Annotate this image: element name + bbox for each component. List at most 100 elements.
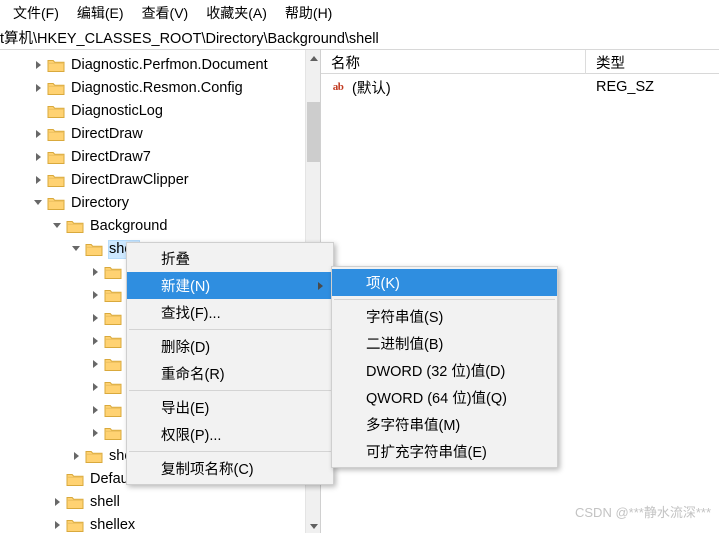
menu-item-edit[interactable]: 编辑(E)	[68, 0, 133, 27]
collapse-chevron-icon[interactable]	[31, 192, 47, 215]
menu-item[interactable]: 折叠	[127, 245, 333, 272]
scroll-down-arrow-icon[interactable]	[306, 518, 320, 533]
expand-chevron-icon[interactable]	[31, 54, 47, 77]
watermark-text: CSDN @***静水流深***	[575, 505, 711, 520]
registry-editor-window: 文件(F) 编辑(E) 查看(V) 收藏夹(A) 帮助(H) t算机\HKEY_…	[0, 0, 719, 533]
tree-item[interactable]: Directory	[0, 192, 305, 215]
menu-item[interactable]: 项(K)	[332, 269, 557, 296]
folder-icon	[104, 380, 122, 395]
column-header-name[interactable]: 名称	[321, 50, 586, 74]
folder-icon	[85, 449, 103, 464]
value-name-cell: ab (默认)	[321, 77, 586, 98]
tree-item-label: shellex	[90, 517, 136, 533]
expand-chevron-icon[interactable]	[88, 284, 104, 307]
tree-item[interactable]: DirectDrawClipper	[0, 169, 305, 192]
menu-separator	[334, 299, 555, 300]
tree-twist-spacer	[50, 468, 66, 491]
collapse-chevron-icon[interactable]	[69, 238, 85, 261]
menu-item-favorites[interactable]: 收藏夹(A)	[197, 0, 276, 27]
expand-chevron-icon[interactable]	[88, 330, 104, 353]
menu-item[interactable]: QWORD (64 位)值(Q)	[332, 384, 557, 411]
context-menu[interactable]: 折叠新建(N) 查找(F)... 删除(D) 重命名(R) 导出(E) 权限(P)... 复…	[126, 242, 334, 485]
expand-chevron-icon[interactable]	[50, 491, 66, 514]
folder-icon	[104, 426, 122, 441]
tree-item-label: Diagnostic.Resmon.Config	[71, 80, 243, 96]
folder-icon	[47, 196, 65, 211]
folder-icon	[104, 265, 122, 280]
menu-item[interactable]: 可扩充字符串值(E)	[332, 438, 557, 465]
menu-item-label: 多字符串值(M)	[366, 418, 461, 434]
expand-chevron-icon[interactable]	[50, 514, 66, 533]
menu-item-label: QWORD (64 位)值(Q)	[366, 391, 507, 407]
values-list-row[interactable]: ab (默认) REG_SZ	[321, 74, 719, 100]
expand-chevron-icon[interactable]	[31, 146, 47, 169]
tree-item[interactable]: DiagnosticLog	[0, 100, 305, 123]
expand-chevron-icon[interactable]	[69, 445, 85, 468]
folder-icon	[47, 81, 65, 96]
tree-item[interactable]: DirectDraw7	[0, 146, 305, 169]
expand-chevron-icon[interactable]	[31, 169, 47, 192]
folder-icon	[47, 173, 65, 188]
collapse-chevron-icon[interactable]	[50, 215, 66, 238]
folder-icon	[104, 311, 122, 326]
menu-item[interactable]: 字符串值(S)	[332, 303, 557, 330]
scrollbar-thumb[interactable]	[307, 102, 320, 162]
tree-item-label: Directory	[71, 195, 130, 211]
menu-item-view[interactable]: 查看(V)	[133, 0, 198, 27]
menu-item-label: 导出(E)	[161, 401, 210, 417]
values-list[interactable]: ab (默认) REG_SZ	[321, 74, 719, 100]
folder-icon	[66, 219, 84, 234]
menu-item[interactable]: 二进制值(B)	[332, 330, 557, 357]
menu-item[interactable]: 删除(D)	[127, 333, 333, 360]
menu-item-file[interactable]: 文件(F)	[4, 0, 68, 27]
tree-item[interactable]: shellex	[0, 514, 305, 533]
value-type-cell: REG_SZ	[596, 79, 655, 95]
expand-chevron-icon[interactable]	[88, 376, 104, 399]
tree-twist-spacer	[31, 100, 47, 123]
menu-item[interactable]: 导出(E)	[127, 394, 333, 421]
menu-separator	[129, 451, 331, 452]
expand-chevron-icon[interactable]	[88, 422, 104, 445]
menu-item[interactable]: 多字符串值(M)	[332, 411, 557, 438]
folder-icon	[47, 58, 65, 73]
ab-string-icon: ab	[332, 81, 344, 93]
menu-item-label: 二进制值(B)	[366, 337, 444, 353]
column-header-type[interactable]: 类型	[586, 50, 719, 74]
folder-icon	[66, 495, 84, 510]
expand-chevron-icon[interactable]	[88, 261, 104, 284]
submenu-chevron-icon	[318, 281, 323, 290]
expand-chevron-icon[interactable]	[88, 307, 104, 330]
tree-item[interactable]: Diagnostic.Resmon.Config	[0, 77, 305, 100]
menu-item[interactable]: 复制项名称(C)	[127, 455, 333, 482]
folder-icon	[104, 334, 122, 349]
expand-chevron-icon[interactable]	[31, 77, 47, 100]
expand-chevron-icon[interactable]	[88, 353, 104, 376]
menu-bar: 文件(F) 编辑(E) 查看(V) 收藏夹(A) 帮助(H)	[0, 0, 719, 26]
context-submenu-new[interactable]: 项(K) 字符串值(S) 二进制值(B) DWORD (32 位)值(D) QWORD …	[331, 266, 558, 468]
expand-chevron-icon[interactable]	[31, 123, 47, 146]
tree-item[interactable]: Background	[0, 215, 305, 238]
menu-item-label: 权限(P)...	[161, 428, 222, 444]
expand-chevron-icon[interactable]	[88, 399, 104, 422]
menu-item[interactable]: 查找(F)...	[127, 299, 333, 326]
menu-item-help[interactable]: 帮助(H)	[276, 0, 341, 27]
tree-item-label: DirectDraw7	[71, 149, 151, 165]
folder-icon	[104, 403, 122, 418]
tree-item[interactable]: shell	[0, 491, 305, 514]
menu-item-label: 新建(N)	[161, 279, 211, 295]
menu-item[interactable]: 重命名(R)	[127, 360, 333, 387]
tree-item-label: DirectDrawClipper	[71, 172, 189, 188]
menu-item[interactable]: 新建(N)	[127, 272, 333, 299]
menu-item-label: 查找(F)...	[161, 306, 221, 322]
values-column-header: 名称 类型	[321, 50, 719, 74]
address-bar[interactable]: t算机\HKEY_CLASSES_ROOT\Directory\Backgrou…	[0, 26, 719, 48]
menu-item[interactable]: DWORD (32 位)值(D)	[332, 357, 557, 384]
menu-item[interactable]: 权限(P)...	[127, 421, 333, 448]
folder-icon	[66, 518, 84, 533]
folder-icon	[66, 472, 84, 487]
menu-separator	[129, 390, 331, 391]
scroll-up-arrow-icon[interactable]	[306, 50, 320, 66]
tree-item[interactable]: DirectDraw	[0, 123, 305, 146]
tree-item-label: DirectDraw	[71, 126, 143, 142]
tree-item[interactable]: Diagnostic.Perfmon.Document	[0, 54, 305, 77]
